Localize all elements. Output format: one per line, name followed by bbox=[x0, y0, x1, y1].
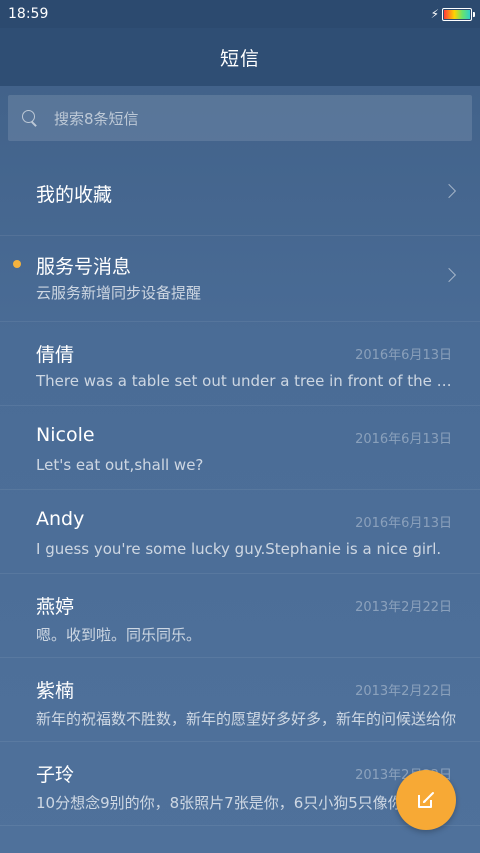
compose-button[interactable] bbox=[396, 770, 456, 830]
battery-indicator: ⚡ bbox=[430, 7, 475, 21]
unread-dot bbox=[13, 260, 21, 268]
favorites-label: 我的收藏 bbox=[36, 184, 113, 206]
contact-name: 子玲 bbox=[36, 764, 75, 786]
conversation-item[interactable]: Nicole 2016年6月13日 Let's eat out,shall we… bbox=[0, 406, 480, 490]
message-date: 2016年6月13日 bbox=[355, 348, 452, 363]
search-input[interactable]: 搜索8条短信 bbox=[8, 95, 472, 141]
message-preview: I guess you're some lucky guy.Stephanie … bbox=[36, 540, 442, 558]
service-subtitle: 云服务新增同步设备提醒 bbox=[36, 284, 202, 302]
chevron-right-icon bbox=[441, 267, 457, 283]
conversation-item[interactable]: 紫楠 2013年2月22日 新年的祝福数不胜数，新年的愿望好多好多，新年的问候送… bbox=[0, 658, 480, 742]
conversation-item[interactable]: Andy 2016年6月13日 I guess you're some luck… bbox=[0, 490, 480, 574]
conversation-item[interactable]: 倩倩 2016年6月13日 There was a table set out … bbox=[0, 322, 480, 406]
compose-icon bbox=[418, 792, 434, 808]
message-preview: 嗯。收到啦。同乐同乐。 bbox=[36, 626, 202, 644]
conversation-item[interactable]: 燕婷 2013年2月22日 嗯。收到啦。同乐同乐。 bbox=[0, 574, 480, 658]
contact-name: 倩倩 bbox=[36, 344, 75, 366]
message-list: 我的收藏 服务号消息 云服务新增同步设备提醒 倩倩 2016年6月13日 The… bbox=[0, 148, 480, 826]
status-bar: 18:59 ⚡ bbox=[0, 0, 480, 28]
search-placeholder: 搜索8条短信 bbox=[54, 109, 139, 128]
message-preview: Let's eat out,shall we? bbox=[36, 456, 204, 474]
message-date: 2013年2月22日 bbox=[355, 600, 452, 615]
list-item-service[interactable]: 服务号消息 云服务新增同步设备提醒 bbox=[0, 236, 480, 322]
page-title: 短信 bbox=[219, 47, 260, 70]
charging-icon: ⚡ bbox=[430, 7, 439, 21]
contact-name: Andy bbox=[36, 508, 85, 530]
message-preview: 10分想念9别的你，8张照片7张是你，6只小狗5只像你 bbox=[36, 794, 403, 812]
service-title: 服务号消息 bbox=[36, 256, 132, 278]
message-preview: 新年的祝福数不胜数，新年的愿望好多好多，新年的问候送给你 bbox=[36, 710, 456, 728]
contact-name: 燕婷 bbox=[36, 596, 75, 618]
message-date: 2016年6月13日 bbox=[355, 432, 452, 447]
contact-name: 紫楠 bbox=[36, 680, 75, 702]
message-date: 2013年2月22日 bbox=[355, 684, 452, 699]
list-item-favorites[interactable]: 我的收藏 bbox=[0, 148, 480, 236]
search-icon bbox=[22, 110, 38, 126]
message-preview: There was a table set out under a tree i… bbox=[36, 372, 456, 390]
status-time: 18:59 bbox=[8, 6, 49, 22]
chevron-right-icon bbox=[441, 183, 457, 199]
message-date: 2016年6月13日 bbox=[355, 516, 452, 531]
title-bar: 短信 bbox=[0, 28, 480, 86]
contact-name: Nicole bbox=[36, 424, 95, 446]
battery-icon bbox=[442, 7, 475, 21]
